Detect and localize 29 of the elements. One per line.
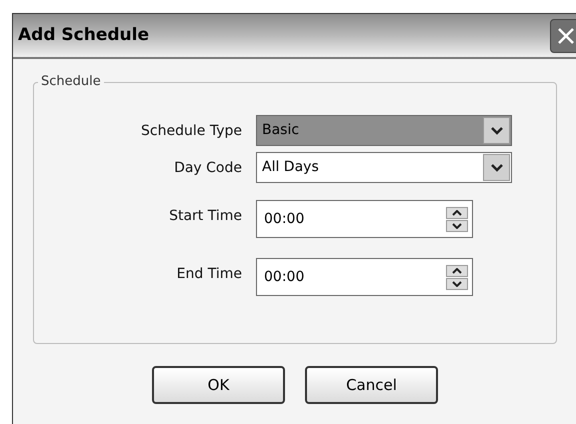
chevron-up-icon bbox=[452, 210, 462, 216]
close-icon bbox=[556, 26, 576, 46]
field-value: Basic bbox=[261, 121, 300, 140]
field-value: 00:00 bbox=[263, 210, 306, 228]
dialog-button[interactable]: Cancel bbox=[305, 366, 438, 404]
chevron-up-icon bbox=[452, 268, 462, 274]
field-label: Day Code bbox=[173, 159, 243, 178]
dialog-button[interactable]: OK bbox=[152, 366, 285, 404]
dropdown-arrow-button[interactable] bbox=[483, 117, 510, 144]
spin-down-button[interactable] bbox=[446, 220, 468, 232]
spin-up-button[interactable] bbox=[446, 264, 468, 276]
field-label: End Time bbox=[176, 265, 243, 284]
spin-up-button[interactable] bbox=[446, 206, 468, 218]
chevron-down-icon bbox=[452, 280, 462, 286]
dropdown-field[interactable]: Basic bbox=[256, 115, 512, 146]
dropdown-field[interactable]: All Days bbox=[256, 152, 512, 183]
spin-down-button[interactable] bbox=[446, 278, 468, 290]
time-spinner-field[interactable]: 00:00 bbox=[256, 200, 473, 238]
window-title: Add Schedule bbox=[18, 24, 149, 47]
field-value: All Days bbox=[261, 158, 320, 177]
time-spinner-field[interactable]: 00:00 bbox=[256, 258, 473, 296]
field-value: 00:00 bbox=[263, 268, 306, 286]
chevron-down-icon bbox=[490, 164, 502, 172]
chevron-down-icon bbox=[452, 222, 462, 228]
field-label: Start Time bbox=[168, 207, 243, 226]
field-label: Schedule Type bbox=[140, 122, 243, 141]
dropdown-arrow-button[interactable] bbox=[483, 154, 510, 181]
close-button[interactable] bbox=[550, 18, 576, 52]
chevron-down-icon bbox=[490, 126, 502, 134]
